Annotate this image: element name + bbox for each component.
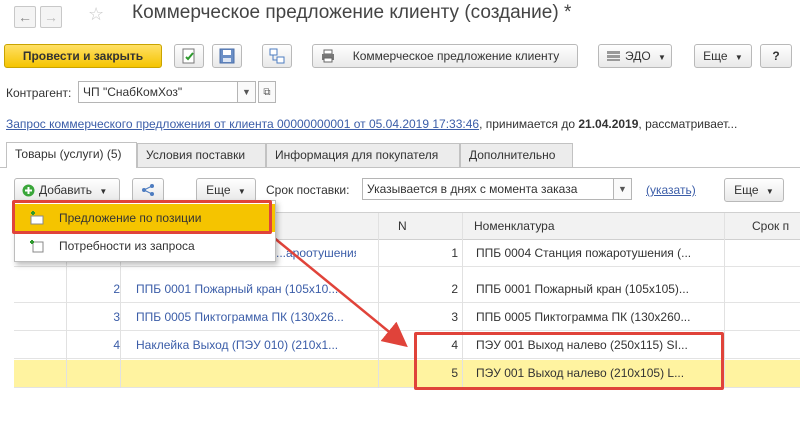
annotation-menu-box: [12, 200, 272, 234]
menu-item-label: Потребности из запроса: [59, 239, 195, 253]
request-needs-icon: [30, 240, 44, 253]
menu-item-request-needs[interactable]: Потребности из запроса: [15, 232, 275, 260]
